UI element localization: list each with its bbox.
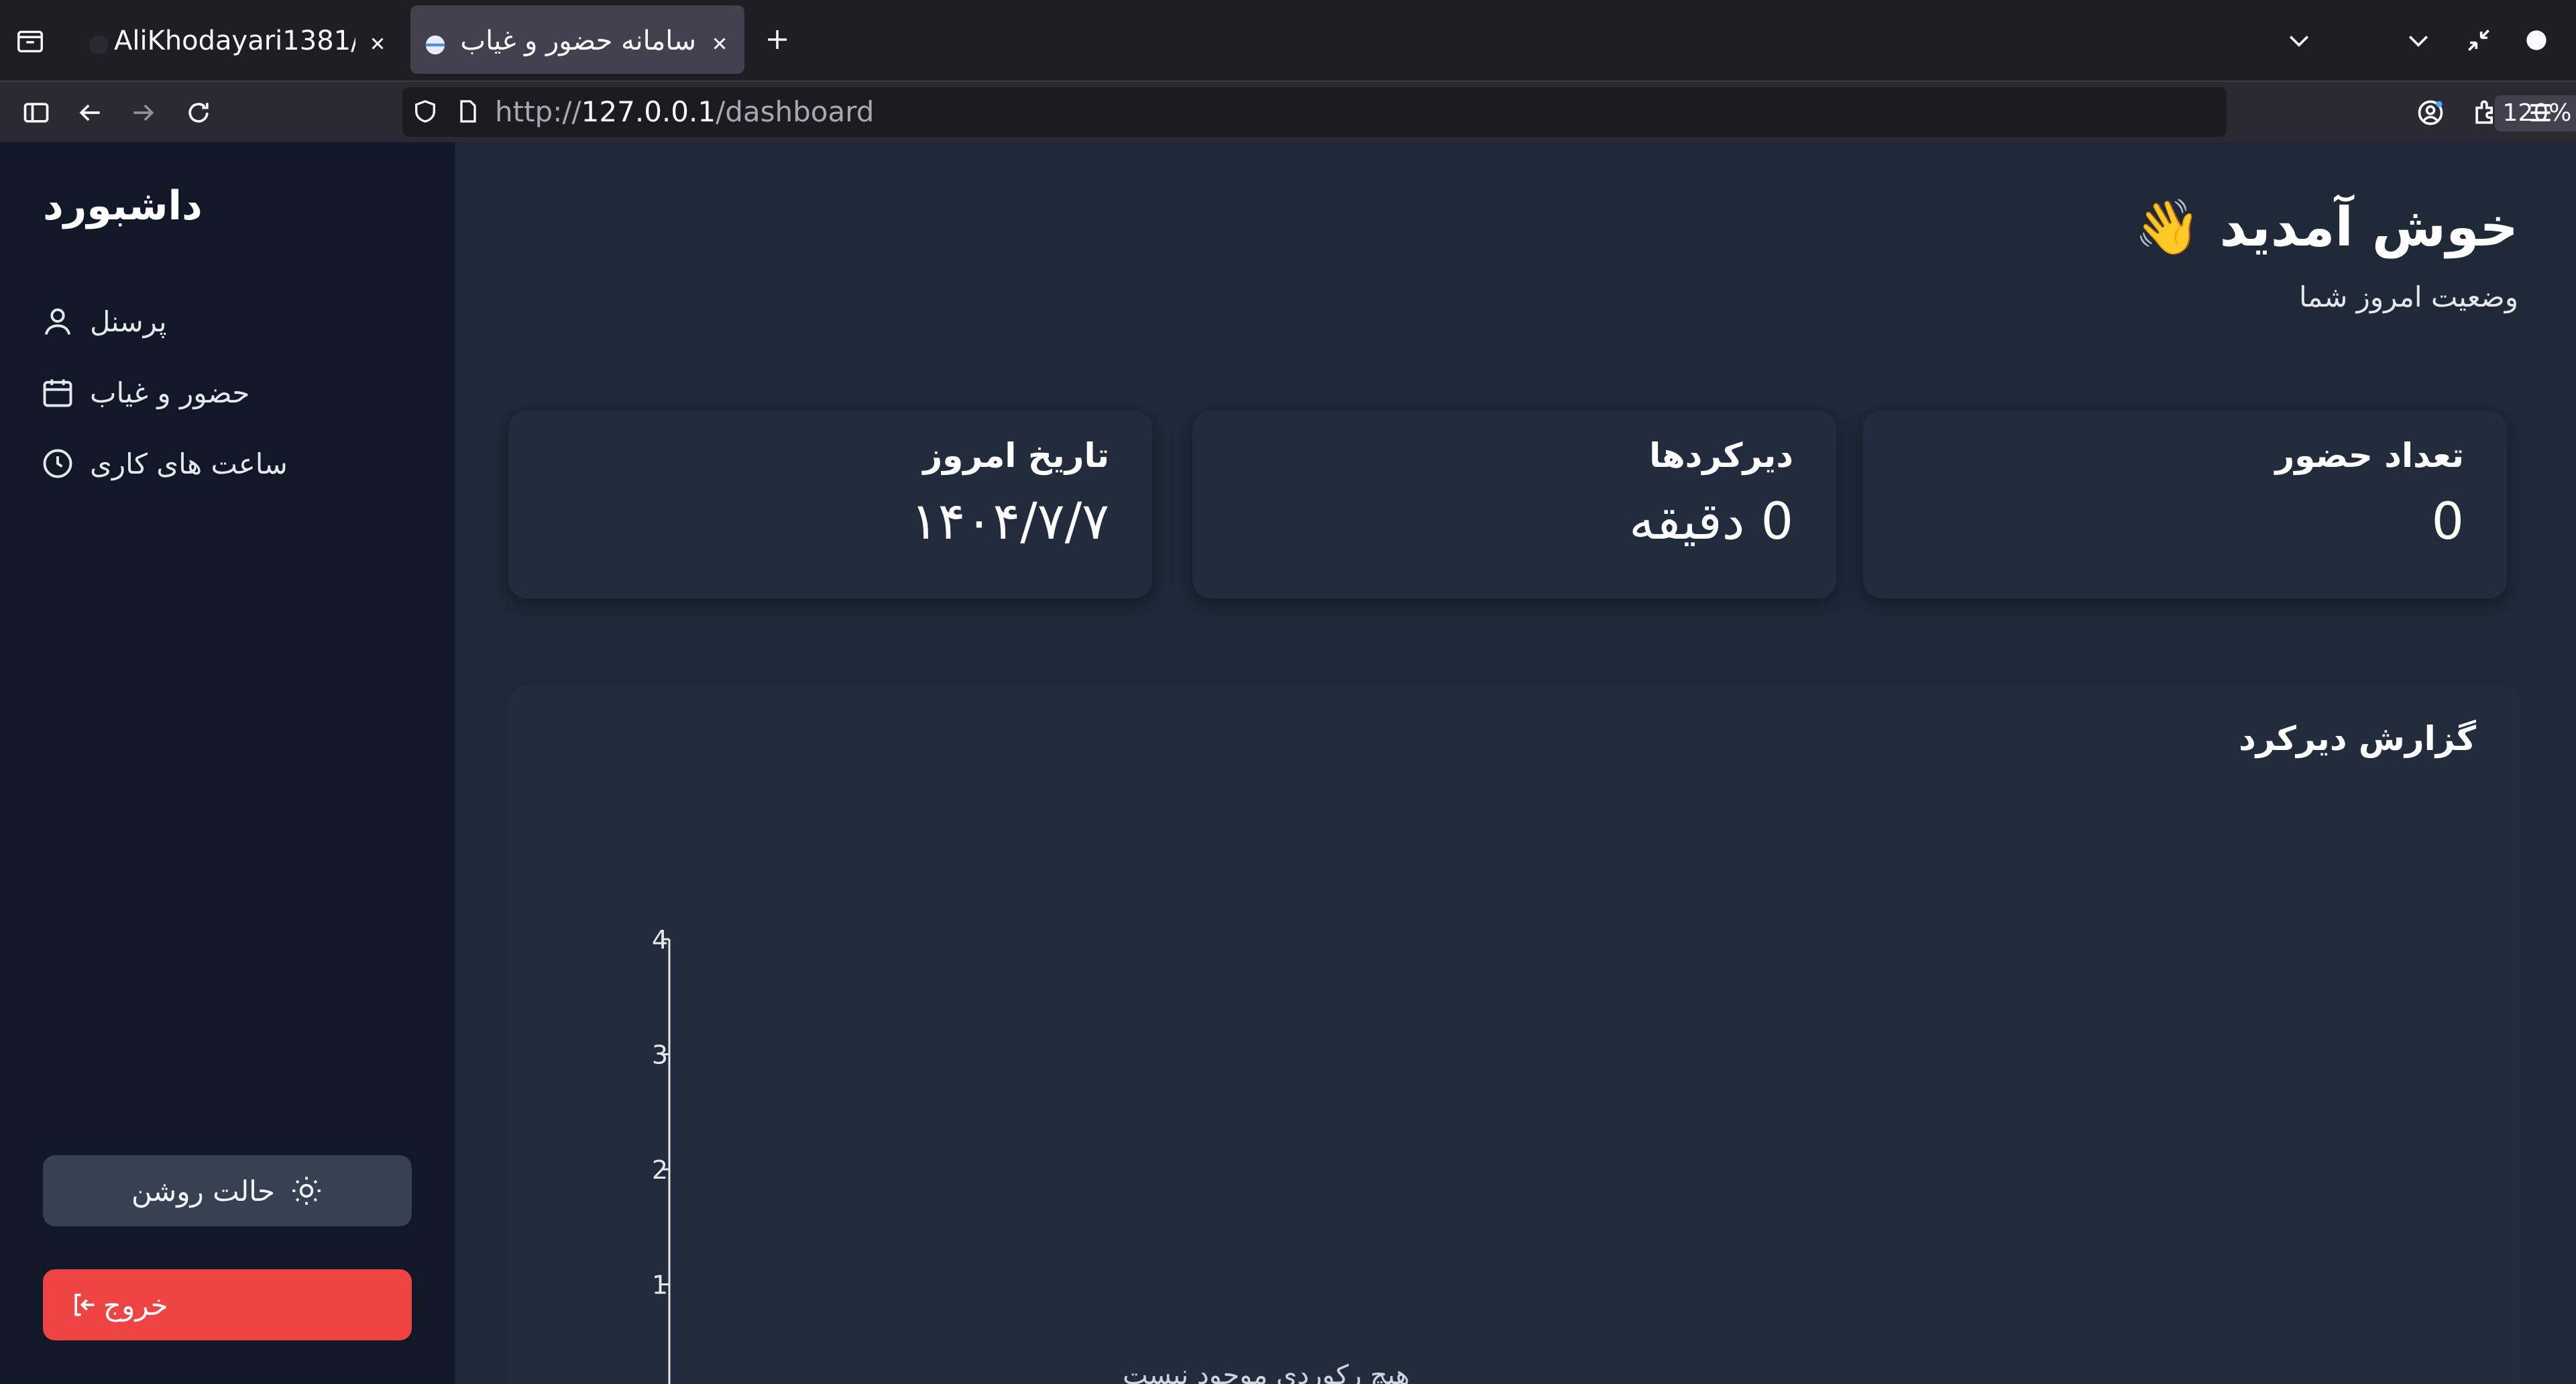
browser-tab-strip: AliKhodayari1381/a سامانه حضور و غیاب — [0, 0, 2576, 81]
page-viewport: داشبورد پرسنل حضور و غیاب ساعت های کاری … — [0, 142, 2576, 1384]
tab-github[interactable]: AliKhodayari1381/a — [74, 5, 402, 74]
theme-button-label: حالت روشن — [131, 1174, 275, 1208]
account-icon[interactable] — [2416, 98, 2445, 127]
logout-button-label: خروج — [103, 1288, 168, 1322]
close-tab-icon[interactable] — [368, 34, 388, 54]
sidebar-item-label: ساعت های کاری — [90, 447, 288, 480]
delay-report-card: گزارش دیرکرد 01234بدون داده هیچ رکوردی م… — [508, 686, 2520, 1384]
new-tab-icon[interactable] — [763, 25, 791, 54]
y-tick-label: 4 — [652, 925, 668, 955]
tab-title: سامانه حضور و غیاب — [460, 25, 696, 56]
y-tick-label: 3 — [652, 1041, 668, 1070]
stat-card-attendance-count: تعداد حضور 0 — [1863, 411, 2507, 598]
tab-attendance-system[interactable]: سامانه حضور و غیاب — [410, 5, 744, 74]
sidebar-title: داشبورد — [43, 182, 203, 229]
y-tick-label: 1 — [652, 1271, 668, 1300]
tab-list-icon[interactable] — [15, 25, 46, 56]
sidebar: داشبورد پرسنل حضور و غیاب ساعت های کاری … — [0, 142, 455, 1384]
page-title: خوش آمدید 👋 — [2134, 196, 2518, 258]
url-path: /dashboard — [716, 95, 875, 128]
clock-icon — [43, 449, 72, 478]
page-subtitle: وضعیت امروز شما — [2299, 280, 2518, 313]
extensions-icon[interactable] — [2471, 98, 2500, 127]
address-bar[interactable]: http://127.0.0.1/dashboard 120% — [402, 87, 2576, 137]
delay-chart: 01234بدون داده — [652, 925, 671, 1384]
sidebar-item-personnel[interactable]: پرسنل — [40, 298, 376, 345]
sun-icon — [292, 1177, 321, 1205]
stat-label: تاریخ امروز — [923, 436, 1109, 475]
stat-value: 0 — [2431, 491, 2464, 551]
stat-label: دیرکردها — [1649, 436, 1793, 475]
stat-label: تعداد حضور — [2275, 436, 2464, 475]
stat-card-today-date: تاریخ امروز ۱۴۰۴/۷/۷ — [508, 411, 1152, 598]
back-arrow-icon[interactable] — [75, 98, 105, 127]
chevron-down-icon[interactable] — [2404, 25, 2433, 55]
sidebar-toggle-icon[interactable] — [21, 98, 51, 127]
light-mode-button[interactable]: حالت روشن — [43, 1155, 412, 1226]
calendar-icon — [43, 379, 72, 407]
stat-card-delays: دیرکردها 0 دقیقه — [1192, 411, 1836, 598]
github-icon — [89, 35, 109, 55]
logout-icon — [74, 1293, 95, 1316]
stat-value: ۱۴۰۴/۷/۷ — [910, 491, 1109, 551]
close-tab-icon[interactable] — [710, 34, 730, 54]
stat-value: 0 دقیقه — [1629, 491, 1793, 551]
empty-state-message: هیچ رکوردی موجود نیست — [1122, 1360, 1410, 1384]
shield-icon[interactable] — [412, 98, 439, 125]
y-tick-label: 2 — [652, 1155, 668, 1185]
sidebar-item-attendance[interactable]: حضور و غیاب — [40, 369, 376, 416]
sidebar-item-label: پرسنل — [90, 305, 167, 338]
exit-fullscreen-icon[interactable] — [2464, 25, 2494, 55]
url-scheme: http:// — [495, 95, 581, 128]
sidebar-item-working-hours[interactable]: ساعت های کاری — [40, 440, 376, 487]
page-icon[interactable] — [455, 98, 482, 125]
url-host: 127.0.0.1 — [581, 95, 716, 128]
browser-nav-bar: http://127.0.0.1/dashboard 120% — [0, 81, 2576, 142]
logout-button[interactable]: خروج — [43, 1269, 412, 1340]
menu-icon[interactable] — [2526, 98, 2555, 127]
tab-title: AliKhodayari1381/a — [114, 25, 355, 56]
main-content: خوش آمدید 👋 وضعیت امروز شما تعداد حضور 0… — [455, 142, 2576, 1384]
record-indicator-icon — [2526, 30, 2546, 50]
sidebar-item-label: حضور و غیاب — [90, 376, 250, 409]
globe-icon — [425, 35, 445, 55]
forward-arrow-icon[interactable] — [129, 98, 158, 127]
user-icon — [44, 308, 71, 335]
url-text[interactable]: http://127.0.0.1/dashboard — [495, 95, 874, 129]
reload-icon[interactable] — [184, 98, 213, 127]
chevron-down-icon[interactable] — [2284, 25, 2314, 55]
